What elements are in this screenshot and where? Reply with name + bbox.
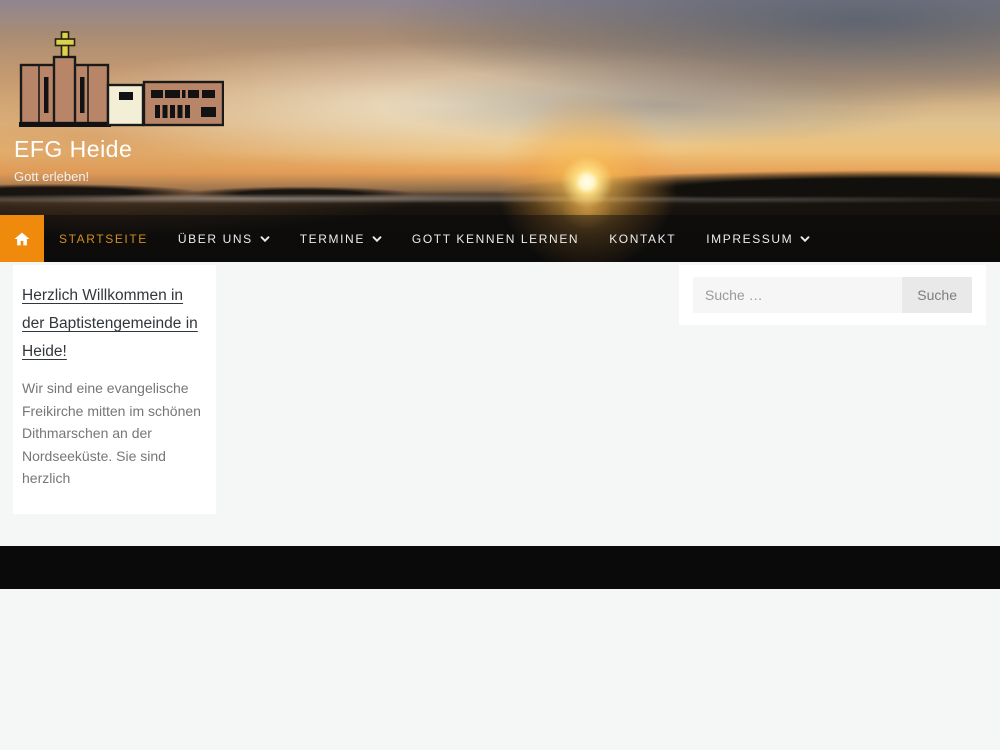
nav-item-ueber-uns[interactable]: ÜBER UNS <box>163 215 285 262</box>
search-button[interactable]: Suche <box>902 277 972 313</box>
main-navigation: STARTSEITE ÜBER UNS TERMINE GOTT KENNEN … <box>0 215 1000 262</box>
site-tagline: Gott erleben! <box>14 169 224 184</box>
search-input[interactable] <box>693 277 902 313</box>
chevron-down-icon <box>260 234 270 244</box>
nav-label: IMPRESSUM <box>706 232 793 246</box>
site-branding: EFG Heide Gott erleben! <box>14 30 224 184</box>
site-title[interactable]: EFG Heide <box>14 136 224 163</box>
home-button[interactable] <box>0 215 44 262</box>
home-icon <box>13 230 31 248</box>
footer-bar <box>0 546 1000 589</box>
nav-label: TERMINE <box>300 232 365 246</box>
nav-label: GOTT KENNEN LERNEN <box>412 232 579 246</box>
nav-item-gott-kennen-lernen[interactable]: GOTT KENNEN LERNEN <box>397 215 594 262</box>
nav-label: KONTAKT <box>609 232 676 246</box>
post-title-link[interactable]: Herzlich Willkommen in der Baptistengeme… <box>22 287 198 360</box>
post-card: Herzlich Willkommen in der Baptistengeme… <box>13 265 216 514</box>
page-bottom-area <box>0 589 1000 750</box>
nav-list: STARTSEITE ÜBER UNS TERMINE GOTT KENNEN … <box>44 215 825 262</box>
nav-item-termine[interactable]: TERMINE <box>285 215 397 262</box>
church-building-logo <box>14 30 224 127</box>
nav-item-startseite[interactable]: STARTSEITE <box>44 215 163 262</box>
header-hero: EFG Heide Gott erleben! STARTSEITE ÜBER … <box>0 0 1000 262</box>
chevron-down-icon <box>800 234 810 244</box>
nav-item-impressum[interactable]: IMPRESSUM <box>691 215 825 262</box>
search-form: Suche <box>693 277 972 313</box>
chevron-down-icon <box>372 234 382 244</box>
post-excerpt: Wir sind eine evangelische Freikirche mi… <box>22 377 206 490</box>
nav-item-kontakt[interactable]: KONTAKT <box>594 215 691 262</box>
nav-label: ÜBER UNS <box>178 232 253 246</box>
main-content-area: Herzlich Willkommen in der Baptistengeme… <box>0 262 1000 546</box>
nav-label: STARTSEITE <box>59 232 148 246</box>
search-widget: Suche <box>679 265 986 325</box>
